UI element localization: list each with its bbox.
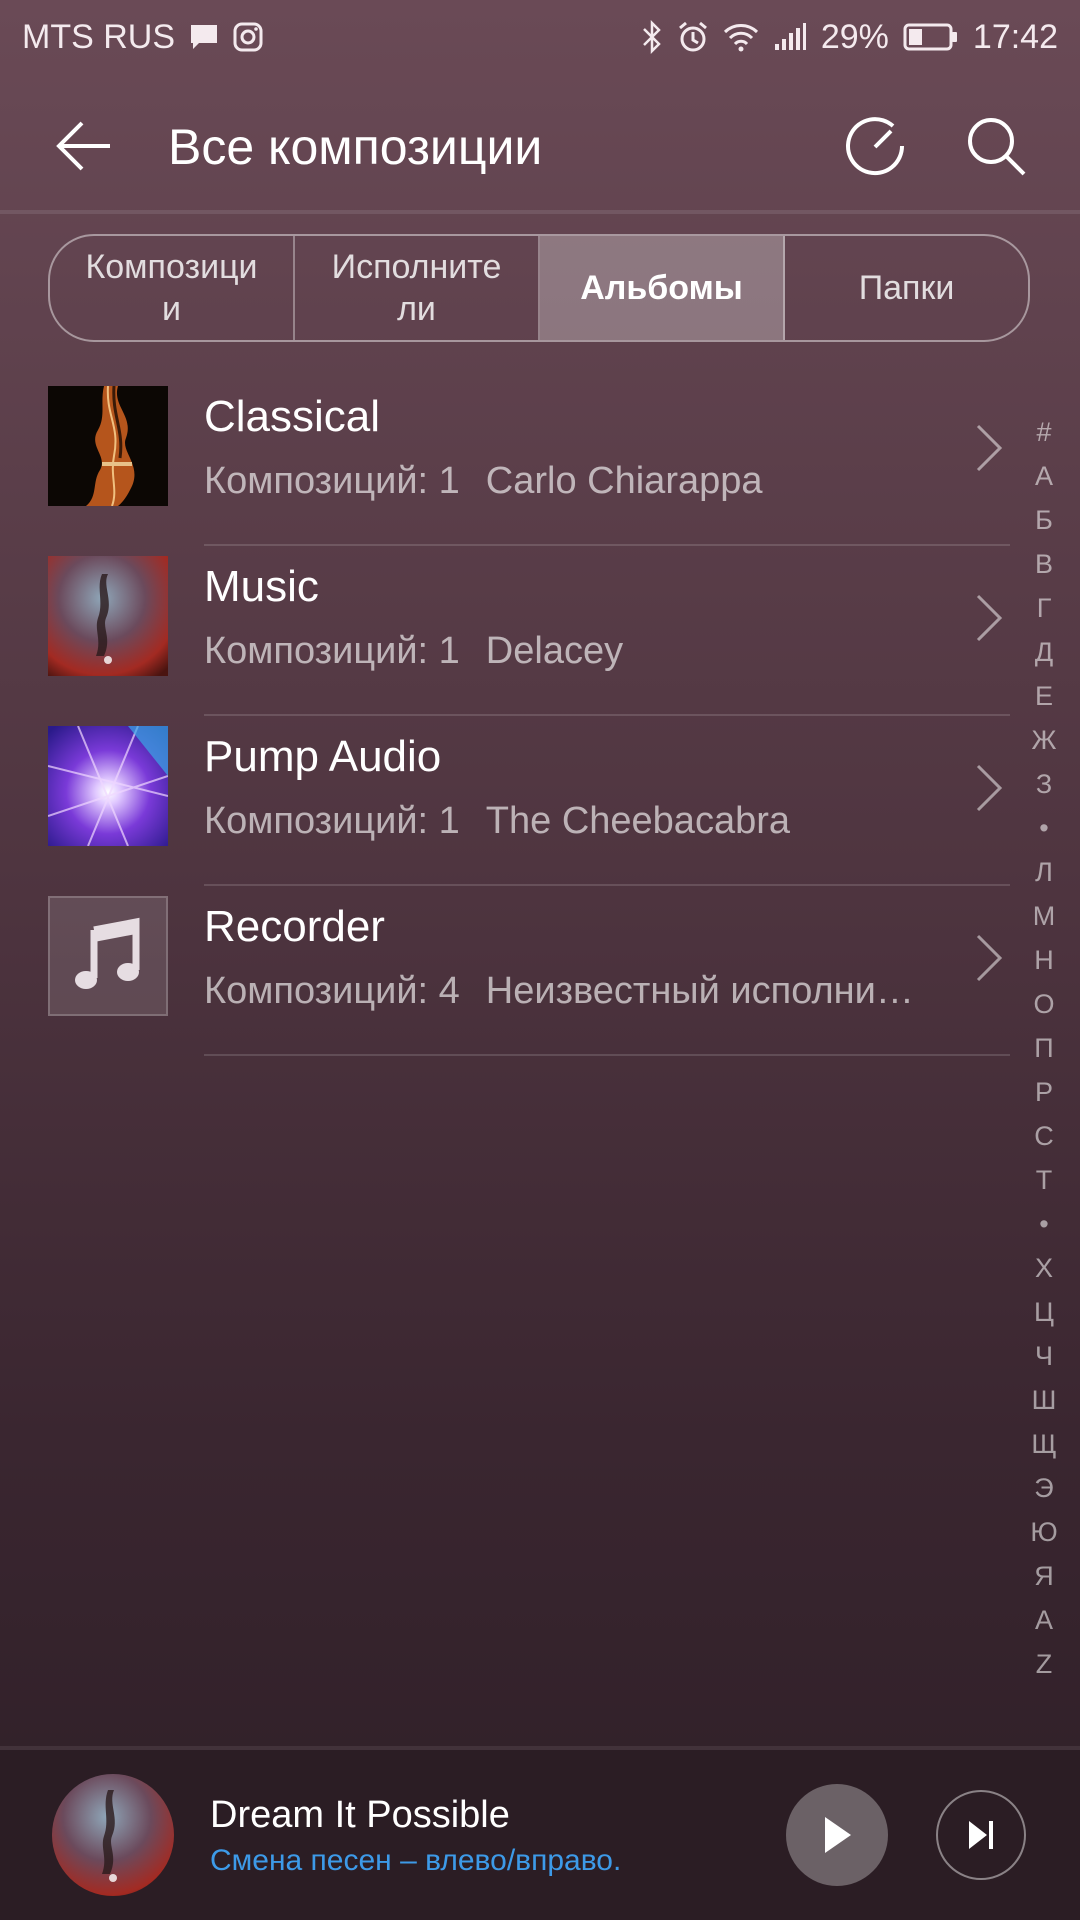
search-icon[interactable] [964, 114, 1028, 178]
category-tabs: Композици и Исполните ли Альбомы Папки [48, 234, 1030, 342]
index-letter[interactable]: Н [1034, 938, 1054, 982]
chevron-right-icon [972, 932, 1008, 984]
wifi-icon [723, 22, 759, 52]
status-bar: MTS RUS 29% 17:42 [0, 0, 1080, 74]
index-letter[interactable]: Г [1037, 586, 1052, 630]
tab-albums[interactable]: Альбомы [540, 236, 785, 340]
play-icon [825, 1817, 851, 1853]
now-playing-title: Dream It Possible [210, 1794, 510, 1836]
index-letter[interactable]: Я [1034, 1554, 1054, 1598]
index-letter[interactable]: • [1039, 1202, 1048, 1246]
index-letter[interactable]: Ж [1032, 718, 1057, 762]
tab-compositions[interactable]: Композици и [50, 236, 295, 340]
index-letter[interactable]: • [1039, 806, 1048, 850]
album-row-classical[interactable]: Classical Композиций: 1 Carlo Chiarappa [0, 376, 1010, 546]
index-letter[interactable]: Ч [1035, 1334, 1053, 1378]
track-count: Композиций: 4 [204, 970, 460, 1012]
index-letter[interactable]: С [1034, 1114, 1054, 1158]
back-arrow-icon[interactable] [52, 114, 116, 178]
album-artist: The Cheebacabra [485, 800, 791, 842]
album-title: Recorder [204, 902, 385, 951]
album-meta: Композиций: 1 Delacey [204, 630, 944, 673]
chevron-right-icon [972, 762, 1008, 814]
next-track-button[interactable] [936, 1790, 1026, 1880]
index-letter[interactable]: Ю [1030, 1510, 1057, 1554]
chevron-right-icon [972, 592, 1008, 644]
tab-label: Исполните ли [331, 248, 502, 328]
battery-icon [903, 22, 959, 52]
album-row-pump-audio[interactable]: Pump Audio Композиций: 1 The Cheebacabra [0, 716, 1010, 886]
album-artist: Неизвестный исполни… [485, 970, 914, 1012]
message-icon [189, 23, 219, 51]
index-letter[interactable]: М [1033, 894, 1056, 938]
clock-time: 17:42 [972, 17, 1058, 56]
index-letter[interactable]: О [1033, 982, 1054, 1026]
album-artist: Delacey [485, 630, 624, 672]
tab-label: Композици и [85, 248, 258, 328]
album-title: Pump Audio [204, 732, 442, 781]
album-meta: Композиций: 1 Carlo Chiarappa [204, 460, 944, 503]
index-letter[interactable]: Z [1036, 1642, 1053, 1686]
track-count: Композиций: 1 [204, 460, 460, 502]
page-title: Все композиции [168, 119, 543, 175]
index-letter[interactable]: Ш [1032, 1378, 1057, 1422]
index-letter[interactable]: Е [1035, 674, 1053, 718]
refresh-icon[interactable] [844, 114, 908, 178]
album-artist: Carlo Chiarappa [485, 460, 763, 502]
tab-label: Альбомы [580, 269, 743, 307]
index-letter[interactable]: А [1035, 454, 1053, 498]
row-divider [204, 1054, 1010, 1056]
track-count: Композиций: 1 [204, 800, 460, 842]
index-letter[interactable]: Щ [1031, 1422, 1056, 1466]
play-button[interactable] [786, 1784, 888, 1886]
tab-folders[interactable]: Папки [785, 236, 1028, 340]
album-title: Classical [204, 392, 381, 441]
album-list: Classical Композиций: 1 Carlo Chiarappa [0, 376, 1010, 1056]
index-letter[interactable]: # [1036, 410, 1051, 454]
index-letter[interactable]: A [1035, 1598, 1053, 1642]
album-art-violin [48, 386, 168, 506]
index-letter[interactable]: Р [1035, 1070, 1053, 1114]
battery-percent: 29% [820, 17, 889, 56]
chevron-right-icon [972, 422, 1008, 474]
swipe-hint: Смена песен – влево/вправо. [210, 1844, 622, 1877]
album-title: Music [204, 562, 319, 611]
album-row-music[interactable]: Music Композиций: 1 Delacey [0, 546, 1010, 716]
album-row-recorder[interactable]: Recorder Композиций: 4 Неизвестный исполн… [0, 886, 1010, 1056]
tab-artists[interactable]: Исполните ли [295, 236, 540, 340]
album-meta: Композиций: 1 The Cheebacabra [204, 800, 944, 843]
header-divider [0, 210, 1080, 214]
index-letter[interactable]: Х [1035, 1246, 1053, 1290]
index-letter[interactable]: Э [1034, 1466, 1053, 1510]
instagram-icon [233, 22, 263, 52]
index-letter[interactable]: Б [1035, 498, 1053, 542]
signal-icon [773, 22, 807, 52]
index-letter[interactable]: Ц [1034, 1290, 1054, 1334]
index-letter[interactable]: В [1035, 542, 1053, 586]
bluetooth-icon [641, 20, 663, 54]
alphabet-index[interactable]: # А Б В Г Д Е Ж З • Л М Н О П Р С Т • Х Ц Ч Ш Щ Э Ю Я A Z [1024, 410, 1064, 1686]
now-playing-art [52, 1774, 174, 1896]
status-right: 29% 17:42 [641, 18, 1058, 57]
index-letter[interactable]: Л [1035, 850, 1053, 894]
album-art-nebula [48, 556, 168, 676]
track-count: Композиций: 1 [204, 630, 460, 672]
album-meta: Композиций: 4 Неизвестный исполни… [204, 970, 944, 1013]
album-art-light-burst [48, 726, 168, 846]
skip-next-icon [969, 1821, 993, 1849]
alarm-icon [677, 21, 709, 53]
status-left: MTS RUS [22, 18, 263, 57]
carrier-name: MTS RUS [22, 17, 175, 56]
index-letter[interactable]: П [1034, 1026, 1053, 1070]
index-letter[interactable]: Д [1035, 630, 1053, 674]
mini-player[interactable]: Dream It Possible Смена песен – влево/вп… [0, 1750, 1080, 1920]
app-header: Все композиции [0, 84, 1080, 208]
index-letter[interactable]: З [1036, 762, 1052, 806]
index-letter[interactable]: Т [1036, 1158, 1053, 1202]
tab-label: Папки [858, 269, 955, 307]
music-note-icon [48, 896, 168, 1016]
